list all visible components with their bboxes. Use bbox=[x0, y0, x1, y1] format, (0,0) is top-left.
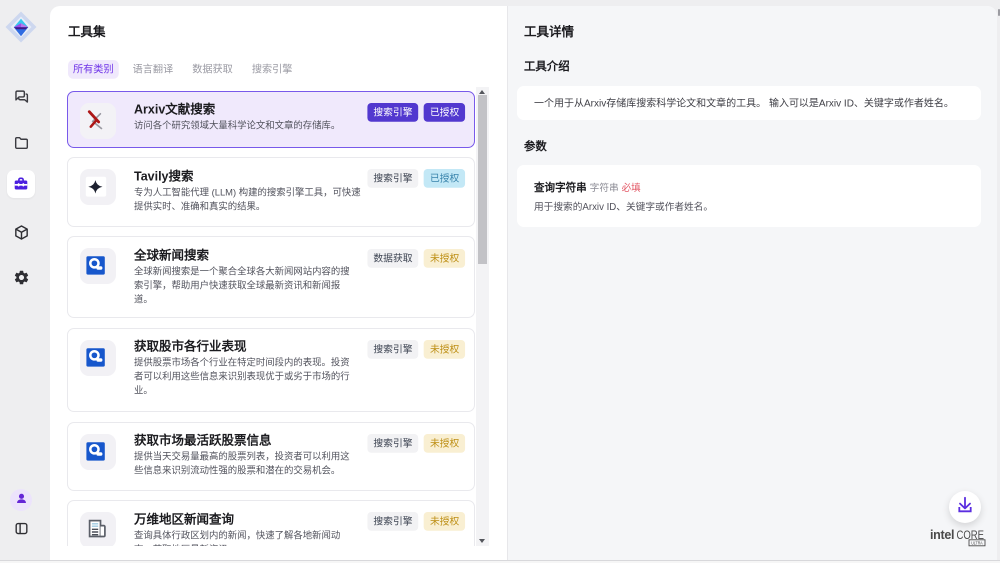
svg-text:intel: intel bbox=[930, 528, 955, 542]
svg-text:ULTRA: ULTRA bbox=[971, 541, 983, 547]
